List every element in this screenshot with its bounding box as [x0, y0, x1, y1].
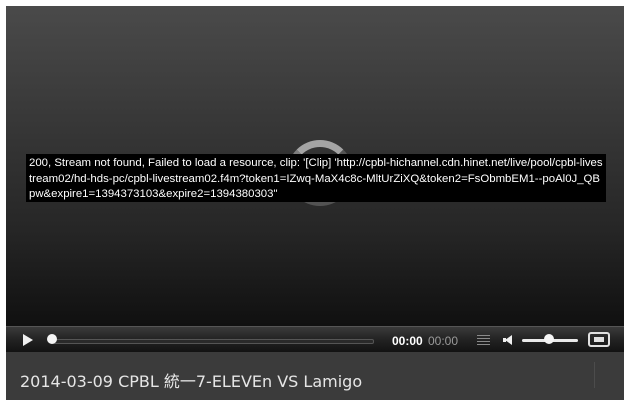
volume-handle[interactable]: [544, 334, 554, 344]
error-message: 200, Stream not found, Failed to load a …: [26, 154, 606, 202]
playlist-icon[interactable]: [477, 335, 490, 346]
title-bar: 2014-03-09 CPBL 統一7-ELEVEn VS Lamigo: [6, 352, 624, 400]
control-bar: 00:00 00:00: [6, 326, 624, 353]
video-title: 2014-03-09 CPBL 統一7-ELEVEn VS Lamigo: [20, 372, 363, 391]
duration-time: 00:00: [428, 334, 459, 348]
video-player-frame: 200, Stream not found, Failed to load a …: [0, 0, 628, 402]
seek-bar[interactable]: [52, 339, 374, 344]
current-time: 00:00: [392, 334, 423, 348]
title-divider: [594, 362, 595, 388]
fullscreen-icon[interactable]: [588, 332, 610, 347]
play-icon[interactable]: [23, 334, 33, 346]
seek-handle[interactable]: [47, 334, 57, 344]
volume-icon[interactable]: [503, 335, 513, 345]
